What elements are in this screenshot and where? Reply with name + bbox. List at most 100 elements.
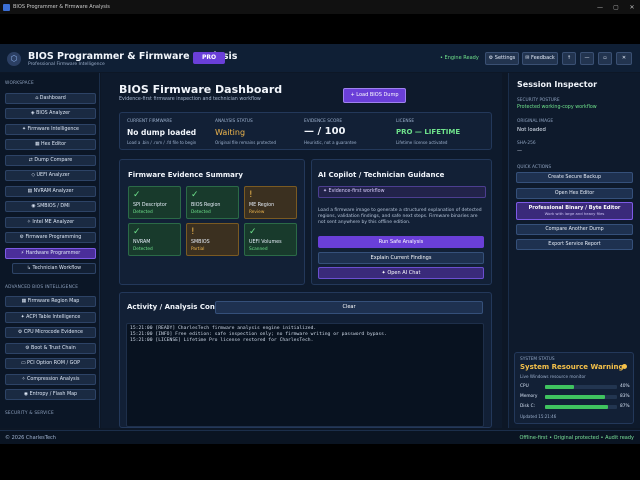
open-ai-chat-button[interactable]: ✦ Open AI Chat	[318, 267, 484, 279]
sidebar-item-intel-me[interactable]: ✧ Intel ME Analyzer	[5, 217, 96, 228]
check-icon: ✓	[133, 227, 141, 237]
stats-panel: CURRENT FIRMWARE No dump loaded Load a .…	[119, 112, 492, 150]
resource-fill	[545, 395, 605, 399]
professional-editor-button[interactable]: Professional Binary / Byte Editor Work w…	[516, 202, 633, 220]
quick-actions-label: QUICK ACTIONS	[517, 165, 552, 170]
stat-firmware-label: CURRENT FIRMWARE	[127, 119, 173, 124]
sidebar-item-technician-workflow[interactable]: ↳ Technician Workflow	[12, 263, 96, 274]
window-close-button[interactable]: ✕	[624, 4, 640, 11]
stat-firmware-note: Load a .bin / .rom / .fd file to begin	[127, 140, 197, 145]
compare-dump-button[interactable]: Compare Another Dump	[516, 224, 633, 235]
app-close-button[interactable]: ✕	[616, 52, 632, 65]
engine-status: • Engine Ready	[440, 55, 479, 61]
sidebar-item-bios-analyzer[interactable]: ◈ BIOS Analyzer	[5, 108, 96, 119]
tile-status: Scanned	[249, 247, 268, 252]
resource-pct-memory: 83%	[620, 394, 630, 399]
explain-findings-button[interactable]: Explain Current Findings	[318, 252, 484, 264]
sidebar-item-uefi-analyzer[interactable]: ◇ UEFI Analyzer	[5, 170, 96, 181]
system-status-sub: Live Windows resource monitor	[520, 374, 586, 379]
chip-logo-icon: ⬡	[7, 52, 21, 66]
tile-name: SPI Descriptor	[133, 203, 167, 208]
sidebar-item-hex-editor[interactable]: ▦ Hex Editor	[5, 139, 96, 150]
console-line: 15:21:00 [LICENSE] Lifetime Pro license …	[130, 338, 314, 343]
run-safe-analysis-button[interactable]: Run Safe Analysis	[318, 236, 484, 248]
tile-bios-region[interactable]: ✓ BIOS Region Detected	[186, 186, 239, 219]
open-hex-editor-button[interactable]: Open Hex Editor	[516, 188, 633, 199]
scroll-up-button[interactable]: ↑	[562, 52, 576, 65]
tile-status: Review	[249, 210, 265, 215]
export-report-button[interactable]: Export Service Report	[516, 239, 633, 250]
tile-status: Partial	[191, 247, 205, 252]
sha-value: —	[517, 148, 522, 154]
sidebar-item-firmware-programming[interactable]: ⚙ Firmware Programming	[5, 232, 96, 243]
console-panel: Activity / Analysis Console Clear 15:21:…	[119, 292, 492, 428]
tile-status: Detected	[133, 210, 153, 215]
tile-me-region[interactable]: ! ME Region Review	[244, 186, 297, 219]
sidebar-item-nvram-analyzer[interactable]: ▤ NVRAM Analyzer	[5, 186, 96, 197]
sidebar-item-option-rom[interactable]: ▭ PCI Option ROM / GOP	[5, 358, 96, 369]
resource-fill	[545, 405, 608, 409]
stat-evidence-value: — / 100	[304, 126, 346, 137]
sidebar-item-region-map[interactable]: ▦ Firmware Region Map	[5, 296, 96, 307]
clear-console-button[interactable]: Clear	[215, 301, 483, 314]
resource-bar-memory	[545, 395, 617, 399]
tile-name: UEFI Volumes	[249, 240, 282, 245]
tile-nvram[interactable]: ✓ NVRAM Detected	[128, 223, 181, 256]
tile-name: NVRAM	[133, 240, 151, 245]
footer-status: Offline-first • Original protected • Aud…	[519, 435, 635, 441]
feedback-button[interactable]: ✉ Feedback	[522, 52, 558, 65]
check-icon: ✓	[249, 227, 257, 237]
load-dump-button[interactable]: + Load BIOS Dump	[343, 88, 406, 103]
sha-label: SHA-256	[517, 141, 536, 146]
posture-value: Protected working-copy workflow	[517, 105, 597, 110]
sidebar: WORKSPACE ⌂ Dashboard ◈ BIOS Analyzer ✦ …	[0, 73, 100, 428]
sidebar-item-smbios[interactable]: ◉ SMBIOS / DMI	[5, 201, 96, 212]
window-maximize-button[interactable]: ▢	[608, 4, 624, 11]
blank-strip	[0, 14, 640, 44]
app-minimize-button[interactable]: —	[580, 52, 594, 65]
resource-bar-cpu	[545, 385, 617, 389]
copilot-text: Load a firmware image to generate a stru…	[318, 208, 482, 225]
app-maximize-button[interactable]: ▫	[598, 52, 612, 65]
check-icon: ✓	[133, 190, 141, 200]
tile-status: Detected	[133, 247, 153, 252]
app-subtitle: Professional Firmware Intelligence	[28, 62, 105, 67]
settings-button[interactable]: ⚙ Settings	[485, 52, 519, 65]
inspector-title: Session Inspector	[517, 80, 598, 89]
create-backup-button[interactable]: Create Secure Backup	[516, 172, 633, 183]
window-minimize-button[interactable]: —	[592, 4, 608, 11]
window-title: BIOS Programmer & Firmware Analysis	[13, 4, 110, 10]
sidebar-section-advanced: ADVANCED BIOS INTELLIGENCE	[5, 285, 79, 290]
stat-evidence-label: EVIDENCE SCORE	[304, 119, 343, 124]
sidebar-item-compression[interactable]: ✧ Compression Analysis	[5, 374, 96, 385]
copilot-badge: ✦ Evidence-first workflow	[318, 186, 486, 198]
resource-name-memory: Memory	[520, 394, 538, 399]
evidence-title: Firmware Evidence Summary	[128, 171, 243, 179]
sidebar-item-boot-trust[interactable]: ⚙ Boot & Trust Chain	[5, 343, 96, 354]
sidebar-item-dump-compare[interactable]: ⇄ Dump Compare	[5, 155, 96, 166]
stat-analysis-label: ANALYSIS STATUS	[215, 119, 253, 124]
warning-icon: !	[249, 190, 253, 200]
tile-name: BIOS Region	[191, 203, 221, 208]
sidebar-section-security: SECURITY & SERVICE	[5, 411, 54, 416]
resource-bar-disk	[545, 405, 617, 409]
tile-name: SMBIOS	[191, 240, 210, 245]
console-output[interactable]: 15:21:00 [READY] CharlesTech firmware an…	[126, 323, 484, 427]
footer-copyright: © 2026 CharlesTech	[5, 435, 56, 441]
tile-smbios[interactable]: ! SMBIOS Partial	[186, 223, 239, 256]
tile-uefi-volumes[interactable]: ✓ UEFI Volumes Scanned	[244, 223, 297, 256]
sidebar-item-entropy[interactable]: ◉ Entropy / Flash Map	[5, 389, 96, 400]
original-value: Not loaded	[517, 127, 546, 133]
status-footer: © 2026 CharlesTech Offline-first • Origi…	[0, 430, 640, 444]
sidebar-item-acpi[interactable]: ✦ ACPI Table Intelligence	[5, 312, 96, 323]
dashboard-title: BIOS Firmware Dashboard	[119, 83, 283, 96]
copilot-title: AI Copilot / Technician Guidance	[318, 171, 445, 179]
sidebar-item-dashboard[interactable]: ⌂ Dashboard	[5, 93, 96, 104]
sidebar-item-microcode[interactable]: ⚙ CPU Microcode Evidence	[5, 327, 96, 338]
resource-pct-disk: 87%	[620, 404, 630, 409]
sidebar-item-hardware-programmer[interactable]: ⚡ Hardware Programmer	[5, 248, 96, 259]
system-status-card: SYSTEM STATUS System Resource Warning Li…	[514, 352, 634, 424]
window-titlebar: BIOS Programmer & Firmware Analysis — ▢ …	[0, 0, 640, 14]
tile-spi-descriptor[interactable]: ✓ SPI Descriptor Detected	[128, 186, 181, 219]
sidebar-item-firmware-intelligence[interactable]: ✦ Firmware Intelligence	[5, 124, 96, 135]
